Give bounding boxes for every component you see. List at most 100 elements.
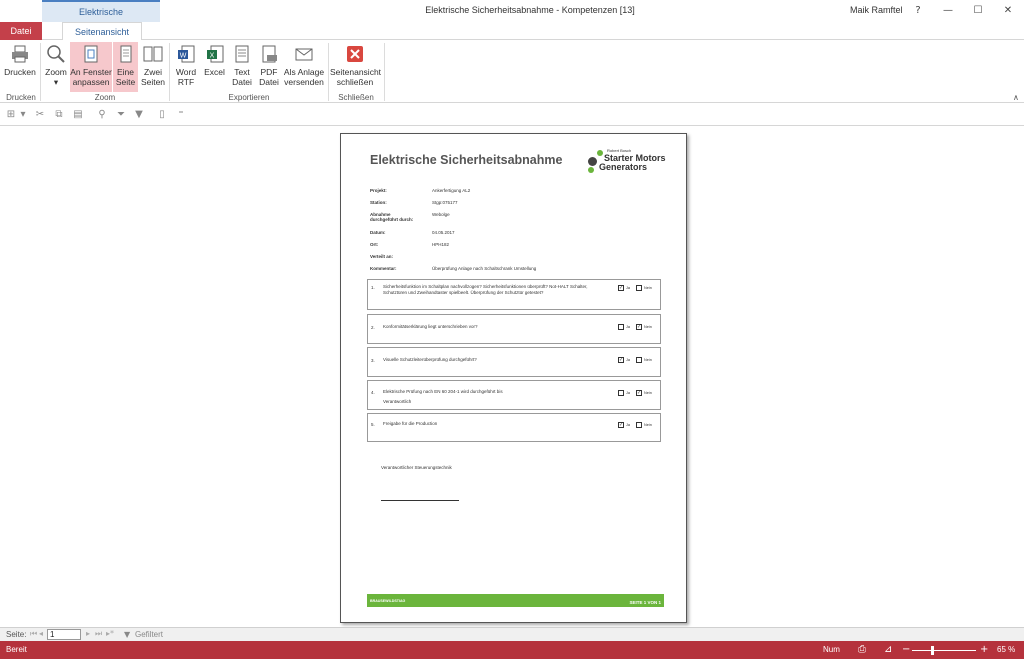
svg-text:W: W [180, 53, 187, 60]
question-number: 2. [371, 325, 375, 330]
print-label: Drucken [4, 67, 36, 77]
tab-seitenansicht[interactable]: Seitenansicht [62, 22, 142, 41]
help-button[interactable]: ? [908, 3, 928, 19]
word-label-1: Word [175, 67, 197, 77]
customize-icon[interactable]: ⁼ [174, 108, 188, 122]
group-separator [384, 43, 385, 101]
copy-icon[interactable]: ⧉ [52, 108, 66, 122]
export-word-button[interactable]: W Word RTF [172, 42, 200, 92]
ja-checkbox[interactable] [618, 390, 624, 396]
minimize-button[interactable]: — [938, 3, 958, 19]
cut-icon[interactable]: ✂ [33, 108, 47, 122]
ja-checkbox[interactable]: ✓ [618, 357, 624, 363]
pdf-file-icon [259, 44, 279, 64]
ja-checkbox[interactable]: ✓ [618, 422, 624, 428]
zoom-slider[interactable] [912, 650, 976, 651]
question-box: 2. Konformitätserklärung liegt unterschr… [367, 314, 661, 344]
ribbon-tab-row: Datei Seitenansicht [0, 22, 1024, 41]
field-label-kommentar: Kommentar: [370, 266, 397, 271]
magnifier-icon [46, 44, 66, 64]
context-tab-label[interactable]: Elektrische Sicherheitsabnahme [42, 0, 160, 37]
close-icon [345, 44, 365, 64]
document-icon[interactable]: ▯ [155, 108, 169, 122]
field-label-ort: Ort: [370, 242, 379, 247]
status-bar: Bereit Num ⎙ ⊿ − + 65 % [0, 641, 1024, 659]
question-box: 1. Sicherheitsfunktion im Schaltplan nac… [367, 279, 661, 310]
num-lock-indicator: Num [823, 645, 840, 654]
filter-status[interactable]: Gefiltert [135, 630, 163, 639]
two-pages-icon [143, 44, 163, 64]
export-pdf-button[interactable]: PDF Datei [256, 42, 282, 92]
one-page-button[interactable]: Eine Seite [113, 42, 138, 92]
logo-line-2: Generators [599, 162, 648, 172]
field-value-datum: 04.05.2017 [432, 230, 455, 235]
ja-checkbox[interactable]: ✓ [618, 285, 624, 291]
close-preview-button[interactable]: Seitenansicht schließen [330, 42, 381, 92]
status-text: Bereit [6, 645, 27, 654]
question-number: 4. [371, 390, 375, 395]
close-window-button[interactable]: ✕ [998, 3, 1018, 19]
print-button[interactable]: Drucken [3, 42, 37, 92]
chevron-down-icon[interactable]: ▾ [16, 108, 30, 122]
tab-datei[interactable]: Datei [0, 22, 42, 40]
previous-page-icon[interactable]: ◂ [39, 629, 43, 638]
nein-checkbox[interactable] [636, 285, 642, 291]
field-value-abnahme: Webolge [432, 212, 450, 217]
send-attachment-button[interactable]: Als Anlage versenden [283, 42, 325, 92]
quick-access-toolbar: ⊞ ▾ ✂ ⧉ ▤ ⚲ ⏷ ▼ ▯ ⁼ [0, 104, 1024, 126]
layout-view-icon[interactable]: ⊿ [884, 644, 892, 655]
two-pages-button[interactable]: Zwei Seiten [139, 42, 167, 92]
question-text: Elektrische Prüfung nach EN 60 204-1 wir… [383, 389, 503, 394]
ja-label: Ja [626, 358, 631, 362]
collapse-ribbon-icon[interactable]: ∧ [1013, 93, 1019, 102]
fit-to-window-button[interactable]: An Fenster anpassen [70, 42, 112, 92]
question-number: 5. [371, 422, 375, 427]
filter-icon[interactable]: ▼ [124, 630, 130, 639]
one-page-icon [116, 44, 136, 64]
field-label-verteilt: Verteilt an: [370, 254, 394, 259]
field-value-ort: HPH182 [432, 242, 450, 247]
ja-label: Ja [626, 423, 631, 427]
nein-checkbox[interactable] [636, 422, 642, 428]
chevron-down-icon: ▾ [53, 77, 59, 87]
question-extra-text: Verantwortlich [383, 399, 412, 404]
one-page-label-1: Eine [116, 67, 134, 77]
first-page-icon[interactable]: ⏮ [30, 629, 37, 639]
next-page-icon[interactable]: ▸ [86, 629, 90, 638]
question-box: 3. Visuelle Schutzleiterüberprüfung durc… [367, 347, 661, 377]
nein-checkbox[interactable]: ✓ [636, 390, 642, 396]
group-separator [40, 43, 41, 101]
last-page-icon[interactable]: ⏭ [95, 629, 102, 639]
nein-label: Nein [644, 358, 652, 362]
ja-label: Ja [626, 391, 631, 395]
question-text: Visuelle Schutzleiterüberprüfung durchge… [383, 357, 477, 362]
zoom-slider-thumb[interactable] [931, 646, 934, 655]
field-label-abnahme-2: durchgeführt durch: [370, 217, 414, 222]
field-label-projekt: Projekt: [370, 188, 387, 193]
nein-checkbox[interactable]: ✓ [636, 324, 642, 330]
filter-icon[interactable]: ▼ [132, 108, 146, 122]
footer-left-text: BRAUSEWILDSTIAG [370, 599, 406, 603]
paste-icon[interactable]: ▤ [71, 108, 85, 122]
title-bar: Elektrische Sicherheitsabnahme Elektrisc… [0, 0, 1024, 37]
restore-button[interactable]: ☐ [968, 3, 988, 19]
word-icon: W [176, 44, 196, 64]
search-icon[interactable]: ⚲ [95, 108, 109, 122]
ja-label: Ja [626, 286, 631, 290]
print-preview-icon[interactable]: ⎙ [858, 644, 866, 655]
user-name[interactable]: Maik Ramftel [850, 5, 903, 15]
zoom-out-icon[interactable]: − [902, 644, 910, 655]
word-label-2: RTF [177, 77, 195, 87]
page-number-input[interactable]: 1 [47, 629, 81, 640]
fit-window-label-1: An Fenster [70, 67, 112, 77]
export-excel-button[interactable]: X Excel [201, 42, 228, 92]
zoom-in-icon[interactable]: + [980, 644, 988, 655]
nein-checkbox[interactable] [636, 357, 642, 363]
ja-checkbox[interactable] [618, 324, 624, 330]
question-number: 1. [371, 285, 375, 290]
new-page-icon[interactable]: ▸* [106, 629, 114, 638]
group-separator [328, 43, 329, 101]
export-text-button[interactable]: Text Datei [229, 42, 255, 92]
filter-sort-icon[interactable]: ⏷ [114, 108, 128, 122]
zoom-button[interactable]: Zoom ▾ [43, 42, 69, 92]
